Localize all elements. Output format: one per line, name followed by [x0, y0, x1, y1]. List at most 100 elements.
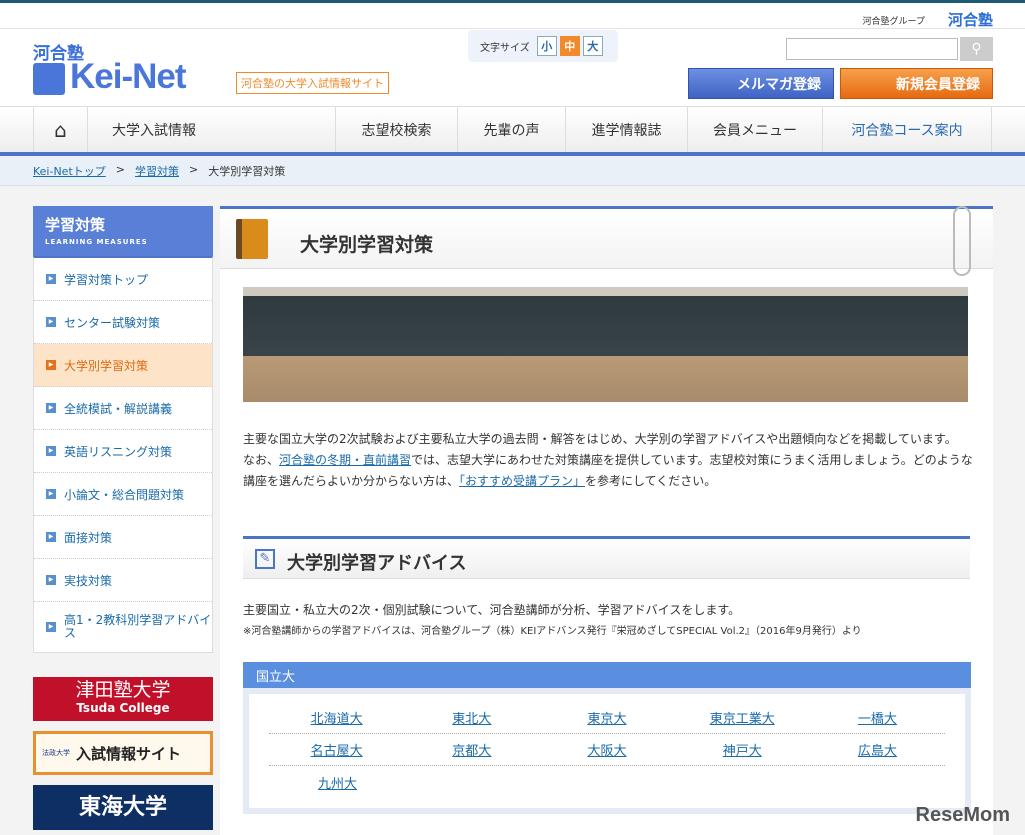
nav-member-menu[interactable]: 会員メニュー: [687, 107, 822, 153]
sidebar-item[interactable]: ▶ 実技対策: [34, 559, 212, 602]
main-content: 大学別学習対策 主要な国立大学の2次試験および主要私立大学の過去問・解答をはじめ…: [220, 206, 993, 835]
hosei-banner[interactable]: 法政大学 入試情報サイト: [33, 731, 213, 775]
group-label: 河合塾グループ: [862, 17, 925, 27]
nav-course-guide[interactable]: 河合塾コース案内: [822, 107, 992, 153]
breadcrumb-current: 大学別学習対策: [208, 165, 286, 178]
winter-course-link[interactable]: 河合塾の冬期・直前講習: [279, 453, 411, 467]
sidebar-item[interactable]: ▶ 英語リスニング対策: [34, 430, 212, 473]
sidebar-item-active[interactable]: ▶ 大学別学習対策: [34, 344, 212, 387]
newsletter-button[interactable]: メルマガ登録: [688, 68, 834, 99]
arrow-icon: ▶: [46, 403, 56, 413]
arrow-icon: ▶: [46, 317, 56, 327]
university-link[interactable]: 東京大: [539, 708, 674, 727]
university-link[interactable]: 北海道大: [269, 708, 404, 727]
university-link[interactable]: 広島大: [810, 740, 945, 759]
search-button[interactable]: ⚲: [960, 37, 993, 61]
sidebar-item[interactable]: ▶ センター試験対策: [34, 301, 212, 344]
classroom-photo: [243, 287, 968, 402]
watermark: ReseMom: [915, 804, 1010, 826]
banner-sub: Tsuda College: [76, 701, 170, 715]
university-list: 北海道大 東北大 東京大 東京工業大 一橋大 名古屋大 京都大 大阪大 神戸大 …: [243, 688, 971, 814]
page-title: 大学別学習対策: [300, 234, 434, 256]
intro-paragraph-2: なお、河合塾の冬期・直前講習では、志望大学にあわせた対策講座を提供しています。志…: [243, 450, 973, 492]
university-link[interactable]: 名古屋大: [269, 740, 404, 759]
university-link[interactable]: 大阪大: [539, 740, 674, 759]
intro-paragraph: 主要な国立大学の2次試験および主要私立大学の過去問・解答をはじめ、大学別の学習ア…: [243, 432, 957, 446]
section-note: ※河合塾講師からの学習アドバイスは、河合塾グループ（株）KEIアドバンス発行『栄…: [243, 626, 862, 637]
breadcrumb-home[interactable]: Kei-Netトップ: [33, 163, 106, 178]
sidebar-item-label: 小論文・総合問題対策: [64, 487, 185, 502]
paperclip-icon: [953, 206, 971, 276]
home-icon: ⌂: [54, 118, 67, 142]
sidebar: 学習対策 LEARNING MEASURES ▶ 学習対策トップ ▶ センター試験対…: [33, 206, 213, 653]
banner-title: 入試情報サイト: [76, 744, 182, 763]
search-input[interactable]: [786, 38, 958, 60]
nav-senior-voices[interactable]: 先輩の声: [457, 107, 565, 153]
font-size-switcher: 文字サイズ 小 中 大: [468, 30, 618, 62]
sidebar-item-label: 全統模試・解説講義: [64, 401, 173, 416]
arrow-icon: ▶: [46, 622, 56, 632]
header: 河合塾グループ 河合塾 河合塾 Kei-Net 河合塾の大学入試情報サイト 文字…: [0, 3, 1025, 106]
arrow-icon: ▶: [46, 489, 56, 499]
university-link[interactable]: 神戸大: [675, 740, 810, 759]
kawaijuku-group-logo[interactable]: 河合塾: [948, 9, 993, 30]
university-row: 九州大: [269, 766, 945, 798]
sidebar-item-label: 英語リスニング対策: [64, 444, 173, 459]
text: を参考にしてください。: [585, 474, 717, 488]
sidebar-item[interactable]: ▶ 学習対策トップ: [34, 258, 212, 301]
university-link[interactable]: 九州大: [269, 773, 406, 792]
nav-exam-info[interactable]: 大学入試情報: [87, 107, 335, 153]
section-header: ✎ 大学別学習アドバイス: [243, 536, 970, 579]
university-link[interactable]: 一橋大: [810, 708, 945, 727]
nav-home[interactable]: ⌂: [33, 107, 87, 153]
sidebar-item[interactable]: ▶ 高1・2教科別学習アドバイス: [34, 602, 212, 652]
banner-sub: 法政大学: [42, 749, 70, 757]
sidebar-item[interactable]: ▶ 全統模試・解説講義: [34, 387, 212, 430]
sidebar-item-label: センター試験対策: [64, 315, 161, 330]
university-link[interactable]: 京都大: [404, 740, 539, 759]
university-row: 北海道大 東北大 東京大 東京工業大 一橋大: [269, 702, 945, 734]
site-logo[interactable]: Kei-Net: [70, 57, 187, 97]
tagline: 河合塾の大学入試情報サイト: [236, 72, 389, 94]
sidebar-list: ▶ 学習対策トップ ▶ センター試験対策 ▶ 大学別学習対策 ▶ 全統模試・解説講義 ▶…: [33, 256, 213, 653]
sidebar-item-label: 高1・2教科別学習アドバイス: [64, 613, 212, 640]
tsuda-banner[interactable]: 津田塾大学 Tsuda College: [33, 677, 213, 721]
breadcrumb-sep: >: [115, 163, 125, 176]
sidebar-item-label: 大学別学習対策: [64, 358, 149, 373]
font-size-medium[interactable]: 中: [559, 36, 580, 56]
sidebar-item[interactable]: ▶ 面接対策: [34, 516, 212, 559]
sidebar-subtitle: LEARNING MEASURES: [45, 238, 148, 246]
nav-school-search[interactable]: 志望校検索: [335, 107, 457, 153]
title-bar: 大学別学習対策: [220, 206, 993, 276]
category-header: 国立大: [243, 662, 971, 688]
university-link[interactable]: 東北大: [404, 708, 539, 727]
section-title: 大学別学習アドバイス: [287, 553, 467, 574]
banner-title: 津田塾大学: [75, 679, 171, 701]
tokai-banner[interactable]: 東海大学: [33, 785, 213, 830]
arrow-icon: ▶: [46, 446, 56, 456]
university-link[interactable]: 東京工業大: [675, 708, 810, 727]
font-size-small[interactable]: 小: [536, 36, 557, 56]
university-row: 名古屋大 京都大 大阪大 神戸大 広島大: [269, 734, 945, 766]
sidebar-item-label: 学習対策トップ: [64, 272, 149, 287]
font-size-label: 文字サイズ: [480, 42, 530, 54]
text: なお、: [243, 453, 280, 467]
arrow-icon: ▶: [46, 532, 56, 542]
main-nav: ⌂ 大学入試情報 志望校検索 先輩の声 進学情報誌 会員メニュー 河合塾コース案…: [0, 106, 1025, 153]
recommended-plan-link[interactable]: 「おすすめ受講プラン」: [459, 474, 585, 488]
font-size-large[interactable]: 大: [582, 36, 603, 56]
sidebar-title: 学習対策: [45, 216, 106, 234]
arrow-icon: ▶: [46, 274, 56, 284]
divider: [0, 28, 1025, 29]
arrow-icon: ▶: [46, 575, 56, 585]
breadcrumb-sep: >: [189, 163, 199, 176]
breadcrumb: Kei-Netトップ > 学習対策 > 大学別学習対策: [0, 156, 1025, 186]
nav-magazine[interactable]: 進学情報誌: [565, 107, 687, 153]
sidebar-item[interactable]: ▶ 小論文・総合問題対策: [34, 473, 212, 516]
sidebar-header: 学習対策 LEARNING MEASURES: [33, 206, 213, 256]
breadcrumb-learning[interactable]: 学習対策: [135, 163, 179, 178]
register-button[interactable]: 新規会員登録: [840, 68, 993, 99]
logo-icon: [33, 63, 65, 95]
edit-icon: ✎: [255, 549, 275, 569]
sidebar-item-label: 実技対策: [64, 573, 113, 588]
